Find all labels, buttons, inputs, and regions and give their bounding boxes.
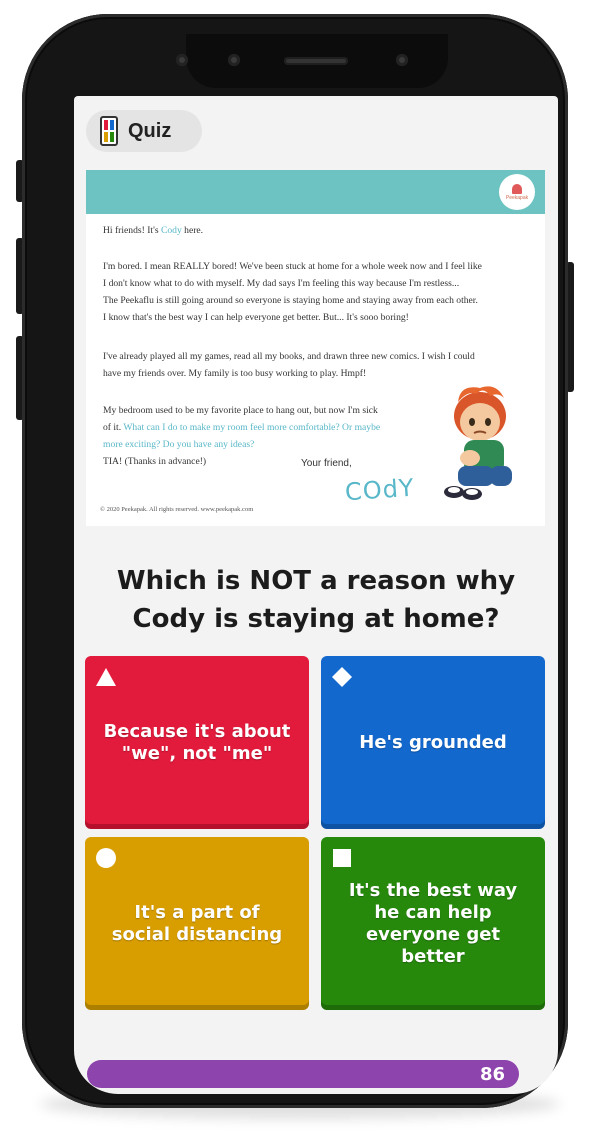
logo-house-icon [512,183,522,194]
letter-text: of it. [103,422,124,433]
letter-line: of it. What can I do to make my room fee… [103,419,380,436]
letter-line: I've already played all my games, read a… [103,351,475,362]
sensor-icon [228,54,240,66]
quiz-grid-icon [100,116,118,146]
triangle-icon [96,668,116,686]
letter-line: I know that's the best way I can help ev… [103,312,409,323]
greeting-suffix: here. [181,225,204,236]
circle-icon [96,848,116,868]
quiz-header[interactable]: Quiz [86,110,202,152]
letter-copyright: © 2020 Peekapak. All rights reserved. ww… [100,506,254,513]
answer-option-triangle[interactable]: Because it's about "we", not "me" [85,656,309,824]
answer-label: It's the best way he can help everyone g… [348,880,518,967]
letter-paragraph-2: I've already played all my games, read a… [103,348,475,382]
peekapak-logo: Peekapak [499,174,535,210]
phone-frame: Quiz Peekapak Hi friends! It's Cody here… [22,14,568,1108]
answer-label: It's a part of social distancing [111,902,283,945]
letter-signoff: Your friend, [301,458,352,469]
question-line-2: Cody is staying at home? [132,604,500,634]
answer-option-diamond[interactable]: He's grounded [321,656,545,824]
letter-paragraph-1: I'm bored. I mean REALLY bored! We've be… [103,258,482,326]
letter-signature: COdY [344,473,416,507]
greeting-prefix: Hi friends! It's [103,225,161,236]
letter-line: My bedroom used to be my favorite place … [103,405,378,416]
letter-line: I'm bored. I mean REALLY bored! We've be… [103,261,482,272]
greeting-name: Cody [160,225,182,236]
letter-question-text: more exciting? Do you have any ideas? [103,439,255,450]
question-line-1: Which is NOT a reason why [116,566,516,596]
answer-option-square[interactable]: It's the best way he can help everyone g… [321,837,545,1005]
letter-line: have my friends over. My family is too b… [103,368,367,379]
progress-bar: 86 [87,1060,519,1088]
quiz-title: Quiz [128,119,172,142]
answer-label: He's grounded [359,732,507,753]
earpiece-speaker [284,57,348,65]
front-camera-icon [176,54,188,66]
question-text: Which is NOT a reason why Cody is stayin… [74,562,558,638]
letter-image: Peekapak Hi friends! It's Cody here. I'm… [86,170,545,526]
logo-text: Peekapak [505,194,529,201]
letter-header-band: Peekapak [86,170,545,214]
diamond-icon [332,667,352,687]
answer-label: Because it's about "we", not "me" [103,721,291,764]
square-icon [333,849,351,867]
letter-line: I don't know what to do with myself. My … [103,278,460,289]
progress-value: 86 [479,1063,505,1085]
letter-line: The Peekaflu is still going around so ev… [103,295,478,306]
proximity-sensor-icon [396,54,408,66]
letter-greeting: Hi friends! It's Cody here. [103,222,203,239]
cody-character-illustration [444,386,512,500]
app-screen: Quiz Peekapak Hi friends! It's Cody here… [74,96,558,1094]
answer-option-circle[interactable]: It's a part of social distancing [85,837,309,1005]
letter-question-text: What can I do to make my room feel more … [123,422,381,433]
